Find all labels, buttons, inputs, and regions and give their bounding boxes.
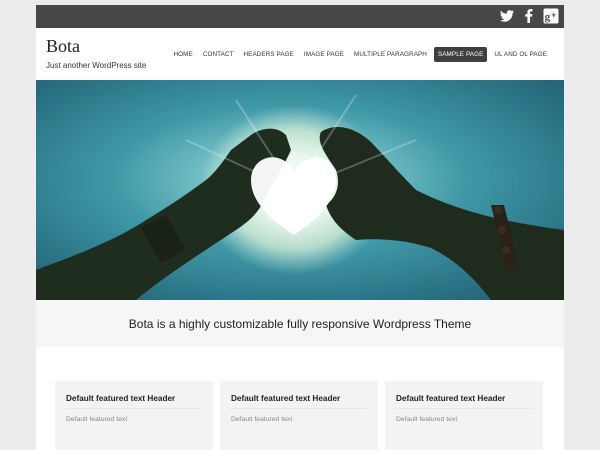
- top-bar: g +: [36, 5, 564, 28]
- nav-item-contact[interactable]: CONTACT: [200, 47, 237, 62]
- facebook-link[interactable]: [521, 8, 537, 24]
- hero-image: [36, 80, 564, 300]
- site-title[interactable]: Bota: [46, 36, 80, 57]
- main-nav: HOME CONTACT HEADERS PAGE IMAGE PAGE MUL…: [171, 47, 550, 62]
- featured-card: Default featured text Header Default fea…: [55, 381, 213, 450]
- featured-card: Default featured text Header Default fea…: [220, 381, 378, 450]
- site-description: Just another WordPress site: [46, 61, 147, 70]
- featured-section: Default featured text Header Default fea…: [36, 347, 564, 450]
- featured-card-header[interactable]: Default featured text Header: [231, 394, 340, 403]
- facebook-icon: [525, 9, 533, 23]
- tagline-text: Bota is a highly customizable fully resp…: [128, 317, 472, 331]
- svg-text:g: g: [545, 11, 551, 23]
- featured-card-text: Default featured text: [231, 416, 293, 423]
- page-wrapper: g + Bota Just another WordPress site HOM…: [36, 5, 564, 450]
- twitter-link[interactable]: [499, 8, 515, 24]
- featured-card-text: Default featured text: [66, 416, 128, 423]
- featured-card-header[interactable]: Default featured text Header: [396, 394, 505, 403]
- heart-hands-sun-photo: [36, 80, 564, 300]
- social-links: g +: [499, 8, 559, 24]
- featured-card-header[interactable]: Default featured text Header: [66, 394, 175, 403]
- featured-card: Default featured text Header Default fea…: [385, 381, 543, 450]
- svg-text:+: +: [551, 11, 556, 20]
- divider: [66, 408, 202, 409]
- twitter-icon: [500, 10, 514, 22]
- google-plus-icon: g +: [543, 8, 559, 24]
- featured-card-text: Default featured text: [396, 416, 458, 423]
- nav-item-sample-page[interactable]: SAMPLE PAGE: [433, 47, 488, 62]
- tagline-band: Bota is a highly customizable fully resp…: [36, 300, 564, 347]
- google-plus-link[interactable]: g +: [543, 8, 559, 24]
- divider: [396, 408, 532, 409]
- nav-item-home[interactable]: HOME: [171, 47, 196, 62]
- nav-item-ul-and-ol-page[interactable]: UL AND OL PAGE: [491, 47, 550, 62]
- nav-item-headers-page[interactable]: HEADERS PAGE: [241, 47, 297, 62]
- nav-item-multiple-paragraph[interactable]: MULTIPLE PARAGRAPH: [351, 47, 430, 62]
- nav-item-image-page[interactable]: IMAGE PAGE: [301, 47, 347, 62]
- divider: [231, 408, 367, 409]
